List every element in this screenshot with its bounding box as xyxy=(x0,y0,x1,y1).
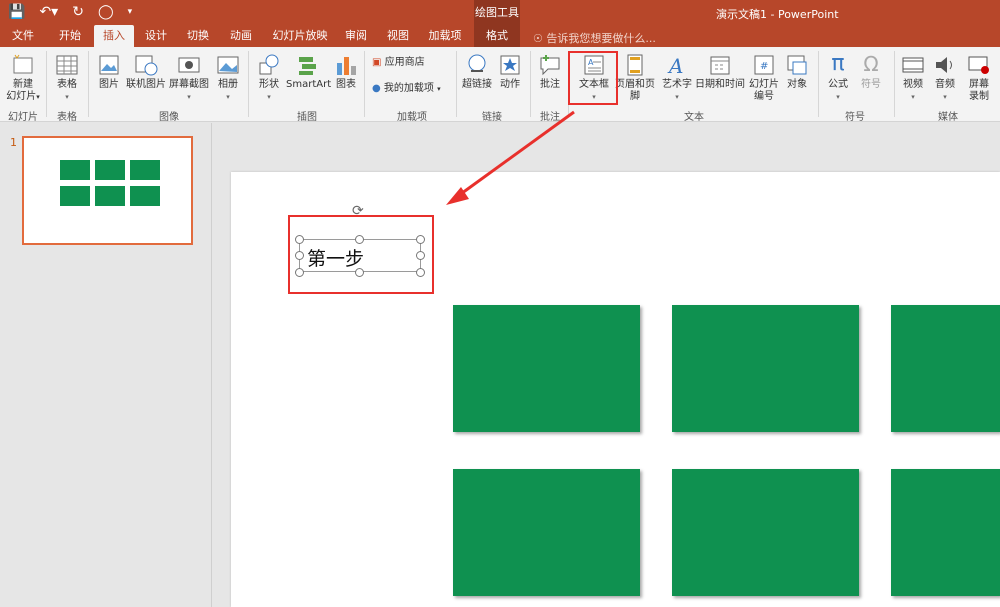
annotation-arrow xyxy=(446,110,575,205)
